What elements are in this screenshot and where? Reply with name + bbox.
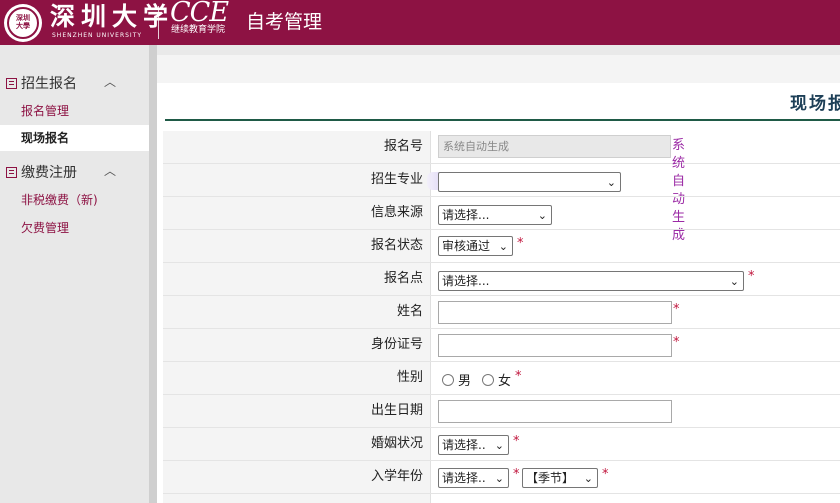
source-select[interactable]: 请选择... ⌄ (438, 205, 552, 225)
chevron-down-icon: ⌄ (583, 472, 593, 485)
site-select[interactable]: 请选择... ⌄ (438, 271, 744, 291)
required-mark: * (515, 369, 522, 384)
sidebar-item-nontax-payment[interactable]: 非税缴费（新) (21, 191, 98, 208)
required-mark: * (513, 467, 520, 482)
chevron-down-icon: ⌄ (494, 439, 504, 452)
id-card-label: 身份证号 (163, 329, 431, 361)
form-row-status: 报名状态 审核通过 ⌄ * (163, 230, 840, 263)
form-row-next (163, 494, 840, 503)
site-label: 报名点 (163, 263, 431, 295)
chevron-down-icon: ⌄ (537, 209, 547, 222)
name-label: 姓名 (163, 296, 431, 328)
year-select[interactable]: 请选择.. ⌄ (438, 468, 509, 488)
title-underline (165, 119, 840, 121)
list-icon (6, 78, 17, 89)
list-icon (6, 167, 17, 178)
status-label: 报名状态 (163, 230, 431, 262)
sidebar-splitter[interactable] (149, 45, 157, 503)
sidebar-item-registration-management[interactable]: 报名管理 (21, 102, 69, 119)
marital-label: 婚姻状况 (163, 428, 431, 460)
form-row-site: 报名点 请选择... ⌄ * (163, 263, 840, 296)
gender-female-radio[interactable] (482, 374, 494, 386)
gender-female-label[interactable]: 女 (498, 370, 511, 389)
major-select[interactable]: ⌄ (438, 172, 621, 192)
sidebar: 招生报名 ︿ 报名管理 现场报名 缴费注册 ︿ 非税缴费（新) 欠费管理 (0, 45, 149, 503)
birth-label: 出生日期 (163, 395, 431, 427)
cce-college-name: 继续教育学院 (171, 25, 226, 35)
form-row-name: 姓名 * (163, 296, 840, 329)
university-seal-logo: 深圳大學 (4, 4, 42, 42)
cce-logo: CCE (170, 0, 229, 28)
sidebar-group-enrollment[interactable]: 招生报名 ︿ (6, 73, 116, 93)
main-content: 现场报名 报名号 系统自动生成 系统自动生成 招生专业 ⌄ 信息来源 请选择..… (157, 45, 840, 503)
university-name-en: SHENZHEN UNIVERSITY (52, 32, 143, 39)
form-row-source: 信息来源 请选择... ⌄ (163, 197, 840, 230)
header-divider (158, 6, 159, 39)
season-select[interactable]: 【季节】 ⌄ (522, 468, 598, 488)
required-mark: * (748, 269, 755, 284)
sidebar-group-label: 缴费注册 (21, 165, 77, 181)
sidebar-item-onsite-registration[interactable]: 现场报名 (0, 125, 149, 151)
form-row-year: 入学年份 请选择.. ⌄ * 【季节】 ⌄ * (163, 461, 840, 494)
status-select[interactable]: 审核通过 ⌄ (438, 236, 513, 256)
chevron-down-icon: ⌄ (729, 275, 739, 288)
required-mark: * (673, 335, 680, 350)
required-mark: * (517, 236, 524, 251)
form-row-reg-no: 报名号 系统自动生成 系统自动生成 (163, 131, 840, 243)
form-row-gender: 性别 男 女 * (163, 362, 840, 395)
sidebar-group-payment[interactable]: 缴费注册 ︿ (6, 162, 116, 182)
form-row-major: 招生专业 ⌄ (163, 164, 840, 197)
university-name-cn: 深圳大学 (50, 2, 175, 31)
required-mark: * (602, 467, 609, 482)
source-label: 信息来源 (163, 197, 431, 229)
sidebar-group-label: 招生报名 (21, 76, 77, 92)
marital-select[interactable]: 请选择.. ⌄ (438, 435, 509, 455)
chevron-down-icon: ⌄ (606, 176, 616, 189)
required-mark: * (513, 434, 520, 449)
name-input[interactable] (438, 301, 672, 324)
major-label: 招生专业 (163, 164, 431, 196)
app-header: 深圳大學 深圳大学 SHENZHEN UNIVERSITY CCE 继续教育学院… (0, 0, 840, 45)
gender-male-label[interactable]: 男 (458, 370, 471, 389)
reg-no-input[interactable]: 系统自动生成 (438, 135, 671, 158)
chevron-up-icon[interactable]: ︿ (104, 73, 116, 90)
chevron-down-icon: ⌄ (498, 240, 508, 253)
chevron-down-icon: ⌄ (494, 472, 504, 485)
form-row-id-card: 身份证号 * (163, 329, 840, 362)
year-label: 入学年份 (163, 461, 431, 493)
page-title: 现场报名 (790, 94, 840, 114)
gender-male-radio[interactable] (442, 374, 454, 386)
reg-no-label: 报名号 (163, 131, 431, 163)
form-row-birth: 出生日期 (163, 395, 840, 428)
seal-text: 深圳大學 (16, 14, 30, 30)
required-mark: * (673, 302, 680, 317)
sidebar-item-arrears-management[interactable]: 欠费管理 (21, 219, 69, 236)
system-title: 自考管理 (246, 11, 323, 33)
birth-date-input[interactable] (438, 400, 672, 423)
gender-label: 性别 (163, 362, 431, 394)
chevron-up-icon[interactable]: ︿ (104, 162, 116, 179)
form-row-marital: 婚姻状况 请选择.. ⌄ * (163, 428, 840, 461)
id-card-input[interactable] (438, 334, 672, 357)
